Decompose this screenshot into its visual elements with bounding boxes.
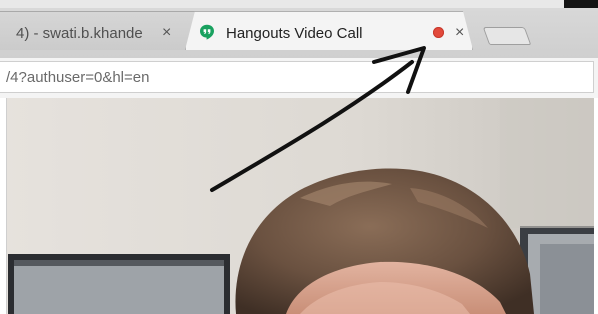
tab-mail-close-button[interactable]: × (162, 24, 171, 42)
webcam-video-image (0, 98, 598, 314)
tab-hangouts-close-button[interactable]: × (455, 24, 464, 42)
hangouts-icon (200, 24, 214, 40)
window-top-strip (0, 0, 598, 8)
tab-mail-label: 4) - swati.b.khande (16, 25, 143, 42)
video-left-border (0, 98, 7, 314)
recording-indicator-icon[interactable] (433, 27, 444, 38)
new-tab-button[interactable] (482, 27, 532, 45)
address-bar[interactable]: /4?authuser=0&hl=en (0, 61, 594, 93)
browser-window: 4) - swati.b.khande × Hangouts Video Cal… (0, 0, 598, 314)
video-right-border (594, 98, 598, 314)
video-feed (0, 98, 598, 314)
address-bar-text: /4?authuser=0&hl=en (6, 69, 150, 86)
tab-hangouts-label: Hangouts Video Call (226, 25, 363, 42)
toolbar: /4?authuser=0&hl=en (0, 58, 598, 98)
